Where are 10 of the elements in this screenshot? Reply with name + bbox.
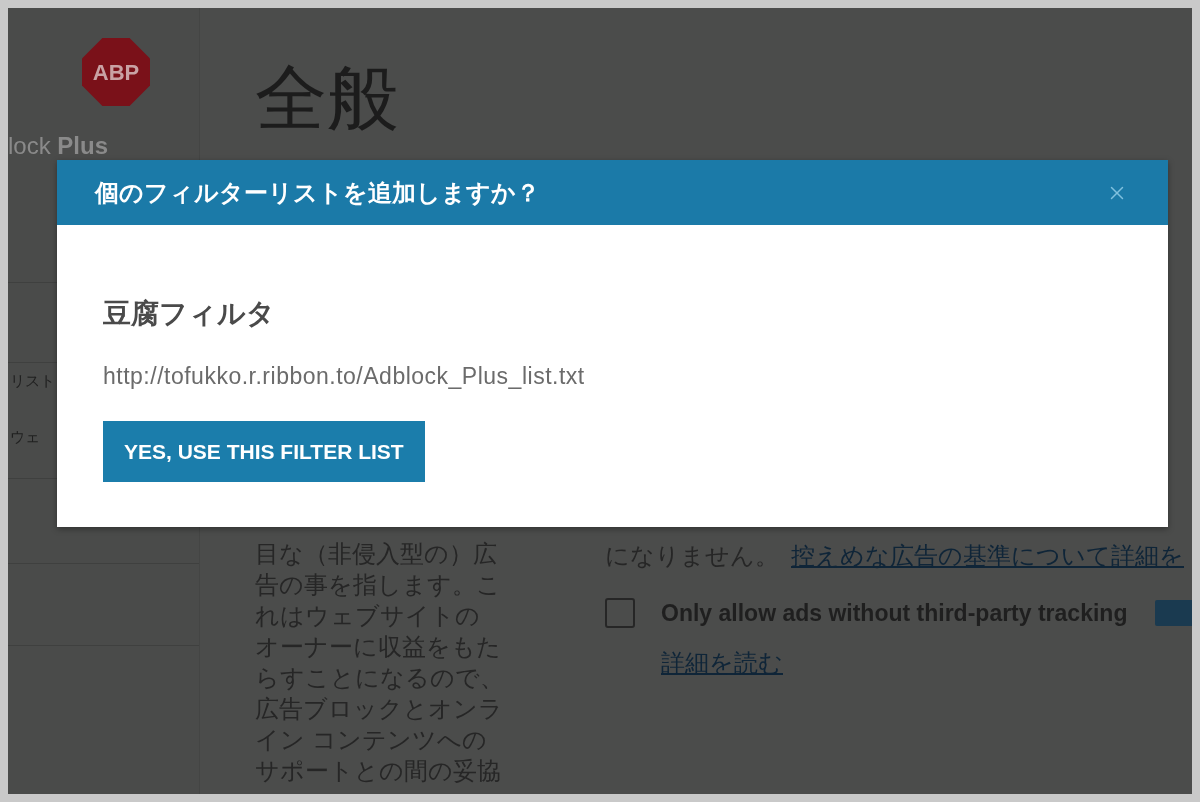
dialog-title: 個のフィルターリストを追加しますか？ bbox=[95, 177, 540, 208]
filter-url: http://tofukko.r.ribbon.to/Adblock_Plus_list.txt bbox=[103, 363, 585, 389]
brand-name: lock Plus bbox=[8, 132, 109, 160]
label-tag bbox=[1155, 600, 1192, 627]
guidelines-link[interactable]: 控えめな広告の基準について詳細を bbox=[791, 542, 1184, 569]
logo-badge: ABP bbox=[82, 38, 150, 106]
use-filter-list-button[interactable]: YES, USE THIS FILTER LIST bbox=[103, 421, 425, 482]
read-more-link[interactable]: 詳細を読む bbox=[661, 648, 783, 677]
checkbox[interactable] bbox=[605, 598, 635, 629]
filter-name: 豆腐フィルタ bbox=[103, 297, 275, 331]
